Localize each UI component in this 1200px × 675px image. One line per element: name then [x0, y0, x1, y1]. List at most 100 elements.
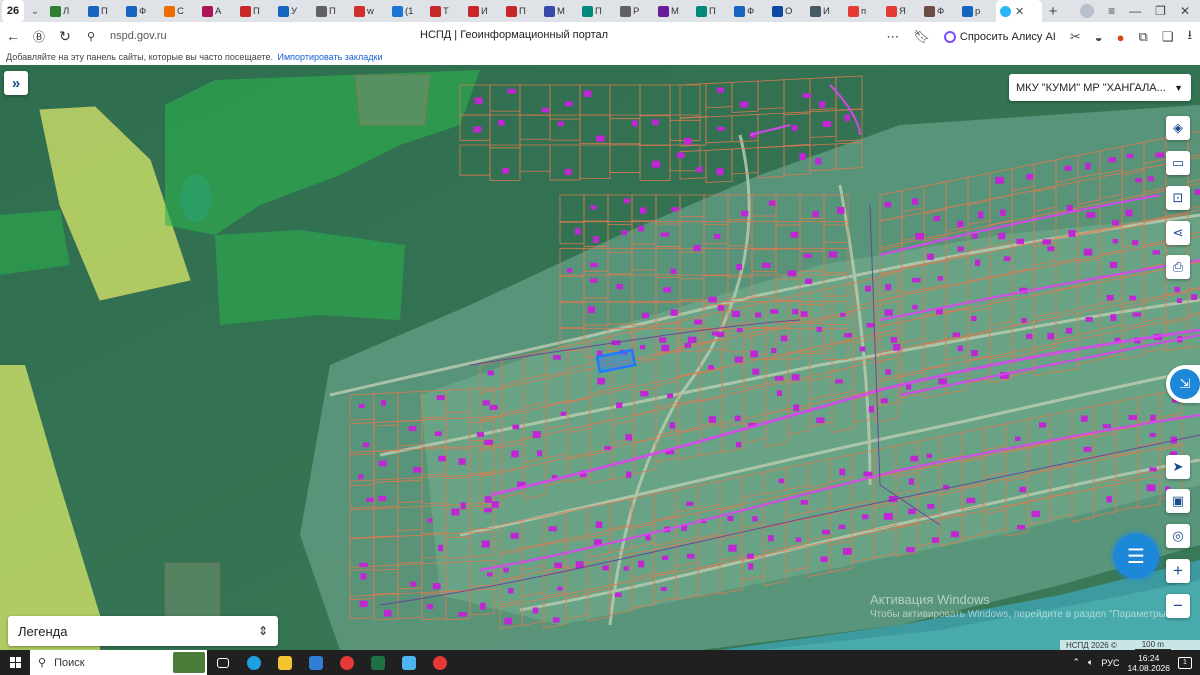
map-canvas[interactable]: » МКУ "КУМИ" МР "ХАНГАЛА... ▼ ◈ ▭ ⊡ ⋖ ⎙ …: [0, 65, 1200, 650]
satellite-map[interactable]: [0, 65, 1200, 650]
zoom-search-button[interactable]: ⊡: [1166, 186, 1190, 210]
browser-tab[interactable]: П: [692, 0, 730, 22]
volume-icon[interactable]: 🔈︎: [1088, 657, 1093, 668]
browser-tab[interactable]: (1: [388, 0, 426, 22]
reload-icon[interactable]: ↻: [52, 28, 78, 45]
browser-tab[interactable]: п: [844, 0, 882, 22]
alice-button[interactable]: Спросить Алису AI: [943, 31, 1056, 43]
chat-icon: ☰: [1127, 545, 1145, 568]
expand-panel-button[interactable]: »: [4, 71, 28, 95]
map-view-button[interactable]: ▣: [1166, 489, 1190, 513]
back-icon[interactable]: ←: [0, 28, 26, 44]
notifications-icon[interactable]: 1: [1178, 656, 1192, 669]
side-panel-tab[interactable]: ⇲: [1166, 365, 1200, 403]
hat-icon[interactable]: ◒: [1095, 30, 1103, 45]
browser-tab[interactable]: И: [464, 0, 502, 22]
building: [803, 253, 812, 258]
yandex-browser-icon: [339, 655, 354, 670]
restore-icon[interactable]: ❐: [1155, 4, 1166, 18]
browser-tab[interactable]: Я: [882, 0, 920, 22]
tab-list-dropdown-icon[interactable]: ⌄: [24, 6, 46, 17]
menu-icon[interactable]: ≡: [1108, 4, 1115, 18]
building: [750, 350, 758, 358]
explorer-button[interactable]: [269, 650, 300, 675]
profile-avatar[interactable]: [1080, 4, 1095, 18]
browser-tab[interactable]: Л: [46, 0, 84, 22]
browser-tab[interactable]: р: [958, 0, 996, 22]
browser-tab[interactable]: Р: [616, 0, 654, 22]
excel-button[interactable]: [362, 650, 393, 675]
tab-favicon-icon: [582, 5, 593, 17]
collections-icon[interactable]: ❏: [1162, 29, 1174, 45]
downloads-icon[interactable]: ⭳: [1187, 26, 1192, 48]
task-view-button[interactable]: [207, 650, 238, 675]
building: [687, 336, 697, 343]
tab-count-badge[interactable]: 26: [2, 0, 24, 22]
bookmark-icon[interactable]: 🔖︎: [913, 29, 930, 45]
browser-tab[interactable]: У: [274, 0, 312, 22]
vpn-icon[interactable]: ●: [1117, 30, 1125, 45]
browser-tab[interactable]: П: [578, 0, 616, 22]
browser-tab[interactable]: w: [350, 0, 388, 22]
browser-tab[interactable]: А: [198, 0, 236, 22]
building: [731, 310, 740, 317]
browser-tab[interactable]: С: [160, 0, 198, 22]
url-field[interactable]: nspd.gov.ru: [110, 30, 167, 42]
browser-tab[interactable]: П: [236, 0, 274, 22]
yandex-browser-button[interactable]: [331, 650, 362, 675]
extension-icon[interactable]: ✂: [1070, 29, 1081, 45]
edge-button[interactable]: [238, 650, 269, 675]
building: [590, 205, 597, 210]
browser-tab[interactable]: М: [654, 0, 692, 22]
browser-tab[interactable]: Ф: [122, 0, 160, 22]
start-button[interactable]: [0, 650, 30, 675]
browser-tab[interactable]: П: [502, 0, 540, 22]
puzzle-icon[interactable]: ⧉: [1138, 29, 1147, 45]
browser-tab[interactable]: Ф: [920, 0, 958, 22]
tray-overflow-icon[interactable]: ⌃: [1072, 657, 1080, 668]
clock[interactable]: 16:24 14.08.2026: [1127, 653, 1170, 673]
building: [1191, 294, 1198, 300]
browser-tab[interactable]: М: [540, 0, 578, 22]
new-tab-button[interactable]: +: [1042, 3, 1064, 20]
close-window-icon[interactable]: ✕: [1180, 4, 1190, 18]
taskbar-search[interactable]: ⚲ Поиск: [30, 650, 207, 675]
pen-app-button[interactable]: [393, 650, 424, 675]
browser-tab[interactable]: П: [312, 0, 350, 22]
building: [1038, 422, 1046, 428]
browser-tab[interactable]: О: [768, 0, 806, 22]
navigate-button[interactable]: ➤: [1166, 455, 1190, 479]
building: [762, 262, 771, 268]
building: [661, 344, 670, 352]
import-bookmarks-link[interactable]: Импортировать закладки: [278, 52, 383, 62]
browser-tab[interactable]: Ф: [730, 0, 768, 22]
layers-button[interactable]: ◈: [1166, 116, 1190, 140]
building: [770, 309, 779, 314]
watermark-title: Активация Windows: [870, 592, 990, 607]
close-tab-icon[interactable]: ✕: [1015, 5, 1024, 18]
zoom-in-button[interactable]: +: [1166, 559, 1190, 583]
yandex-b-icon[interactable]: Ⓑ: [26, 28, 52, 45]
more-icon[interactable]: ⋯: [886, 29, 899, 45]
legend-panel[interactable]: Легенда ⇕: [8, 616, 278, 646]
building: [359, 562, 368, 567]
print-button[interactable]: ⎙: [1166, 255, 1190, 279]
chat-button[interactable]: ☰: [1113, 533, 1159, 579]
outlook-button[interactable]: [300, 650, 331, 675]
location-button[interactable]: ◎: [1166, 524, 1190, 548]
ruler-button[interactable]: ▭: [1166, 151, 1190, 175]
site-info-icon[interactable]: ⚲: [78, 30, 104, 43]
browser-tab[interactable]: П: [84, 0, 122, 22]
app-ring-button[interactable]: [424, 650, 455, 675]
browser-tab[interactable]: Т: [426, 0, 464, 22]
tab-active[interactable]: ✕: [996, 0, 1042, 22]
region-select[interactable]: МКУ "КУМИ" МР "ХАНГАЛА... ▼: [1009, 74, 1191, 101]
building: [893, 343, 901, 351]
map-attribution: НСПД 2026 © 100 m: [1060, 640, 1200, 650]
language-indicator[interactable]: РУС: [1101, 658, 1119, 668]
building: [676, 152, 685, 159]
minimize-icon[interactable]: —: [1129, 4, 1141, 18]
browser-tab[interactable]: И: [806, 0, 844, 22]
building: [937, 276, 944, 281]
share-button[interactable]: ⋖: [1166, 221, 1190, 245]
